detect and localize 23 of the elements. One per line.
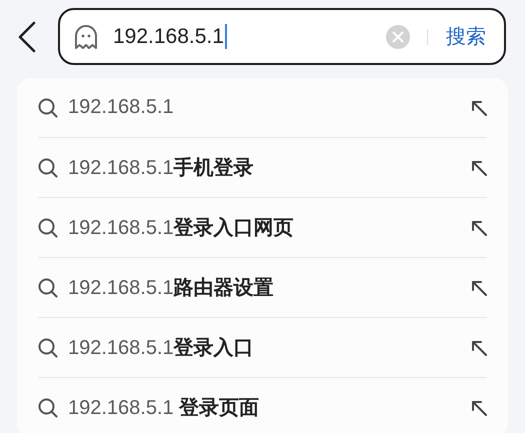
back-icon[interactable] xyxy=(17,20,37,52)
fill-arrow-icon[interactable] xyxy=(471,280,487,296)
suggestion-item[interactable]: 192.168.5.1 xyxy=(68,96,174,119)
suggestion-item[interactable]: 192.168.5.1登录入口 xyxy=(68,334,254,361)
search-icon xyxy=(38,218,58,238)
fill-arrow-icon[interactable] xyxy=(471,100,487,116)
search-button[interactable]: 搜索 xyxy=(446,23,486,50)
search-input-text: 192.168.5.1 xyxy=(113,24,224,48)
ghost-icon xyxy=(73,24,99,50)
search-icon xyxy=(38,338,58,358)
fill-arrow-icon[interactable] xyxy=(471,220,487,236)
suggestion-item[interactable]: 192.168.5.1登录入口网页 xyxy=(68,214,294,241)
search-field[interactable]: 192.168.5.1 搜索 xyxy=(58,8,506,65)
fill-arrow-icon[interactable] xyxy=(471,340,487,356)
search-icon xyxy=(38,278,58,298)
search-icon xyxy=(38,158,58,178)
suggestion-item[interactable]: 192.168.5.1手机登录 xyxy=(68,154,254,181)
fill-arrow-icon[interactable] xyxy=(471,160,487,176)
fill-arrow-icon[interactable] xyxy=(471,400,487,416)
search-icon xyxy=(38,398,58,418)
suggestion-item[interactable]: 192.168.5.1 登录页面 xyxy=(68,394,260,421)
search-icon xyxy=(38,98,58,118)
suggestion-item[interactable]: 192.168.5.1路由器设置 xyxy=(68,274,274,301)
